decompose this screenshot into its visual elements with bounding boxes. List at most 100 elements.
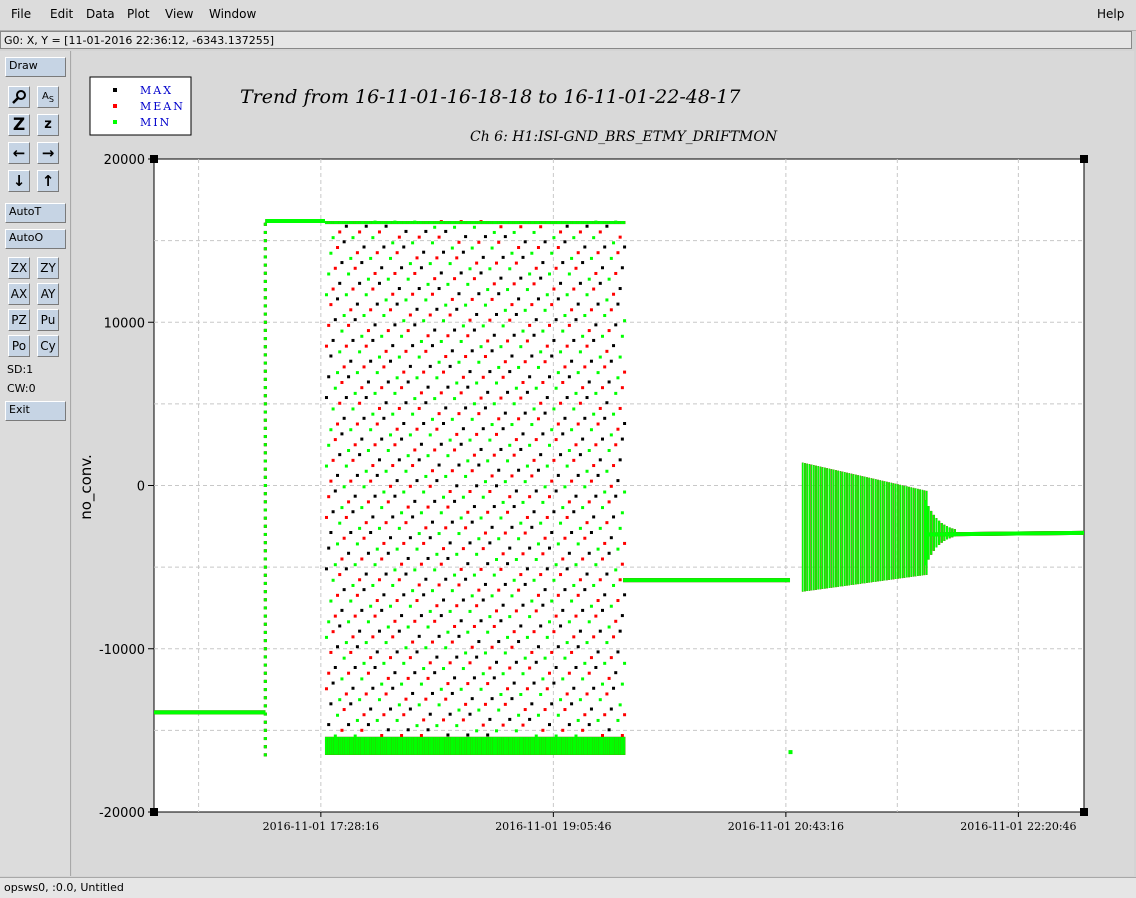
menu-file[interactable]: File xyxy=(11,7,31,21)
series-point xyxy=(545,396,549,400)
arrow-left-icon[interactable]: ← xyxy=(8,142,30,164)
autoo-button[interactable]: AutoO xyxy=(5,229,66,249)
series-point xyxy=(620,682,624,686)
series-point xyxy=(497,417,501,421)
series-point xyxy=(472,225,476,229)
series-point xyxy=(364,469,368,473)
series-point xyxy=(263,492,267,496)
series-point xyxy=(475,484,479,488)
menu-view[interactable]: View xyxy=(165,7,193,21)
series-point xyxy=(369,707,373,711)
series-point xyxy=(616,479,620,483)
series-point xyxy=(433,448,437,452)
trend-chart[interactable]: MAX MEAN MIN Trend from 16-11-01-16-18-1… xyxy=(72,51,1134,876)
exit-button[interactable]: Exit xyxy=(5,401,66,421)
series-point xyxy=(380,506,384,510)
series-point xyxy=(324,687,328,691)
series-band xyxy=(402,736,405,755)
menu-edit[interactable]: Edit xyxy=(50,7,73,21)
series-band xyxy=(892,483,895,580)
series-point xyxy=(501,603,505,607)
series-point xyxy=(402,661,406,665)
series-point xyxy=(547,546,551,550)
series-point xyxy=(506,510,510,514)
arrow-down-icon[interactable]: ↓ xyxy=(8,170,30,192)
series-band xyxy=(576,221,579,225)
axis-scale-icon[interactable]: AS xyxy=(37,86,59,108)
cy-button[interactable]: Cy xyxy=(37,335,59,357)
series-band xyxy=(620,736,624,755)
series-point xyxy=(426,728,430,732)
series-point xyxy=(600,334,604,338)
series-point xyxy=(495,729,499,733)
series-point xyxy=(607,625,611,629)
series-point xyxy=(519,345,523,349)
ay-button[interactable]: AY xyxy=(37,283,59,305)
series-point xyxy=(455,724,459,728)
arrow-right-icon[interactable]: → xyxy=(37,142,59,164)
series-band xyxy=(517,221,520,225)
y-axis-label: no_conv. xyxy=(77,454,96,520)
zoom-out-icon[interactable]: z xyxy=(37,114,59,136)
series-point xyxy=(380,334,384,338)
menu-window[interactable]: Window xyxy=(209,7,256,21)
series-point xyxy=(461,427,465,431)
series-point xyxy=(446,334,450,338)
zx-button[interactable]: ZX xyxy=(8,257,30,279)
series-point xyxy=(508,267,512,271)
axis-corner-marker xyxy=(1080,808,1088,816)
series-point xyxy=(545,344,549,348)
series-band xyxy=(428,221,431,225)
zy-button[interactable]: ZY xyxy=(37,257,59,279)
series-point xyxy=(466,562,470,566)
series-point xyxy=(461,547,465,551)
series-point xyxy=(534,386,538,390)
series-point xyxy=(384,469,388,473)
series-band xyxy=(433,221,436,225)
series-point xyxy=(554,665,558,669)
series-point xyxy=(495,484,499,488)
chart-subtitle: Ch 6: H1:ISI-GND_BRS_ETMY_DRIFTMON xyxy=(470,129,778,145)
series-point xyxy=(344,224,348,228)
series-point xyxy=(402,713,406,717)
pu-button[interactable]: Pu xyxy=(37,309,59,331)
series-point xyxy=(439,562,443,566)
series-band xyxy=(371,221,374,225)
series-point xyxy=(336,645,340,649)
series-point xyxy=(481,427,485,431)
arrow-up-icon[interactable]: ↑ xyxy=(37,170,59,192)
series-point xyxy=(528,546,532,550)
series-point xyxy=(472,402,476,406)
series-point xyxy=(433,499,437,503)
series-point xyxy=(525,567,529,571)
series-point xyxy=(486,630,490,634)
menu-plot[interactable]: Plot xyxy=(127,7,150,21)
series-point xyxy=(406,505,410,509)
pz-button[interactable]: PZ xyxy=(8,309,30,331)
series-point xyxy=(263,745,267,749)
series-band xyxy=(817,466,820,590)
series-band xyxy=(870,478,873,583)
series-point xyxy=(263,402,267,406)
series-point xyxy=(565,396,569,400)
ax-button[interactable]: AX xyxy=(8,283,30,305)
series-point xyxy=(574,563,578,567)
series-band xyxy=(607,736,610,755)
series-point xyxy=(444,697,448,701)
series-band xyxy=(415,221,418,225)
series-point xyxy=(358,629,362,633)
menu-data[interactable]: Data xyxy=(86,7,115,21)
magnifier-icon[interactable] xyxy=(8,86,30,108)
series-point xyxy=(415,599,419,603)
draw-button[interactable]: Draw xyxy=(5,57,66,77)
series-band xyxy=(411,736,414,755)
series-point xyxy=(514,609,518,613)
series-band xyxy=(477,221,480,225)
zoom-in-icon[interactable]: Z xyxy=(8,114,30,136)
menu-help[interactable]: Help xyxy=(1097,7,1124,21)
series-point xyxy=(263,549,267,553)
series-point xyxy=(539,521,543,525)
po-button[interactable]: Po xyxy=(8,335,30,357)
series-band xyxy=(912,487,915,577)
autot-button[interactable]: AutoT xyxy=(5,203,66,223)
